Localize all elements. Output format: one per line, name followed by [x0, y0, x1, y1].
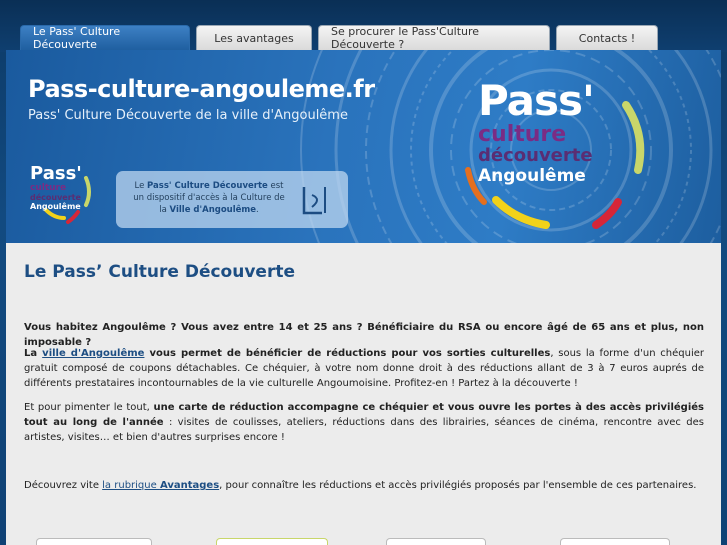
- logo-decouverte: découverte: [478, 145, 593, 166]
- pass-culture-logo-small: Pass' culture découverte Angoulême: [30, 163, 100, 212]
- page-heading: Le Pass’ Culture Découverte: [24, 262, 295, 282]
- paragraph-avantages: Découvrez vite la rubrique Avantages, po…: [24, 478, 704, 493]
- top-bar: Le Pass' Culture Découverte Les avantage…: [0, 0, 727, 52]
- partner-thumb[interactable]: [36, 538, 152, 545]
- header-banner: Pass-culture-angouleme.fr Pass' Culture …: [6, 50, 721, 243]
- logo-decouverte: découverte: [30, 193, 81, 202]
- p2-bold: vous permet de bénéficier de réductions …: [144, 348, 551, 359]
- p2-lead: La: [24, 348, 43, 359]
- logo-pass: Pass': [478, 76, 595, 125]
- partner-thumb[interactable]: [560, 538, 670, 545]
- logo-angouleme: Angoulême: [478, 166, 586, 186]
- site-subtitle: Pass' Culture Découverte de la ville d'A…: [28, 108, 348, 123]
- logo-culture: culture: [30, 183, 67, 193]
- link-ville-angouleme[interactable]: ville d'Angoulême: [42, 348, 144, 359]
- tab-contacts[interactable]: Contacts !: [556, 25, 658, 50]
- tab-pass-culture[interactable]: Le Pass' Culture Découverte: [20, 25, 190, 51]
- tab-label: Contacts !: [578, 31, 636, 45]
- info-city: Ville d'Angoulême: [169, 205, 257, 215]
- info-text: Le Pass' Culture Découverte est un dispo…: [130, 180, 288, 216]
- info-end: .: [256, 205, 259, 215]
- paragraph-ville: La ville d'Angoulême vous permet de béné…: [24, 346, 704, 391]
- partner-thumb[interactable]: [216, 538, 328, 545]
- city-logo-icon: [302, 187, 326, 215]
- partner-thumb[interactable]: [386, 538, 486, 545]
- logo-pass: Pass': [30, 163, 82, 184]
- link-rubrique-avantages[interactable]: la rubrique Avantages: [102, 480, 219, 491]
- tab-label: Le Pass' Culture Découverte: [33, 25, 121, 51]
- nav-tabs: Le Pass' Culture Découverte Les avantage…: [20, 25, 658, 51]
- p3-lead: Et pour pimenter le tout,: [24, 402, 154, 413]
- tab-avantages[interactable]: Les avantages: [196, 25, 312, 50]
- paragraph-carte: Et pour pimenter le tout, une carte de r…: [24, 400, 704, 445]
- p4-rest: , pour connaître les réductions et accès…: [219, 480, 697, 491]
- info-prefix: Le: [134, 181, 148, 191]
- tab-se-procurer[interactable]: Se procurer le Pass'Culture Découverte ?: [318, 25, 550, 51]
- link-prefix: la rubrique: [102, 480, 160, 491]
- p4-lead: Découvrez vite: [24, 480, 103, 491]
- info-brand: Pass' Culture Découverte: [147, 181, 268, 191]
- link-bold: Avantages: [159, 480, 220, 491]
- pass-culture-logo: Pass' culture découverte Angoulême: [478, 76, 628, 187]
- logo-culture: culture: [478, 122, 567, 147]
- tab-label: Se procurer le Pass'Culture Découverte ?: [331, 25, 480, 51]
- site-title: Pass-culture-angouleme.fr: [28, 75, 375, 103]
- tab-label: Les avantages: [214, 31, 294, 45]
- info-box: Le Pass' Culture Découverte est un dispo…: [116, 171, 348, 228]
- logo-angouleme: Angoulême: [30, 202, 81, 211]
- page-container: Pass-culture-angouleme.fr Pass' Culture …: [6, 50, 721, 545]
